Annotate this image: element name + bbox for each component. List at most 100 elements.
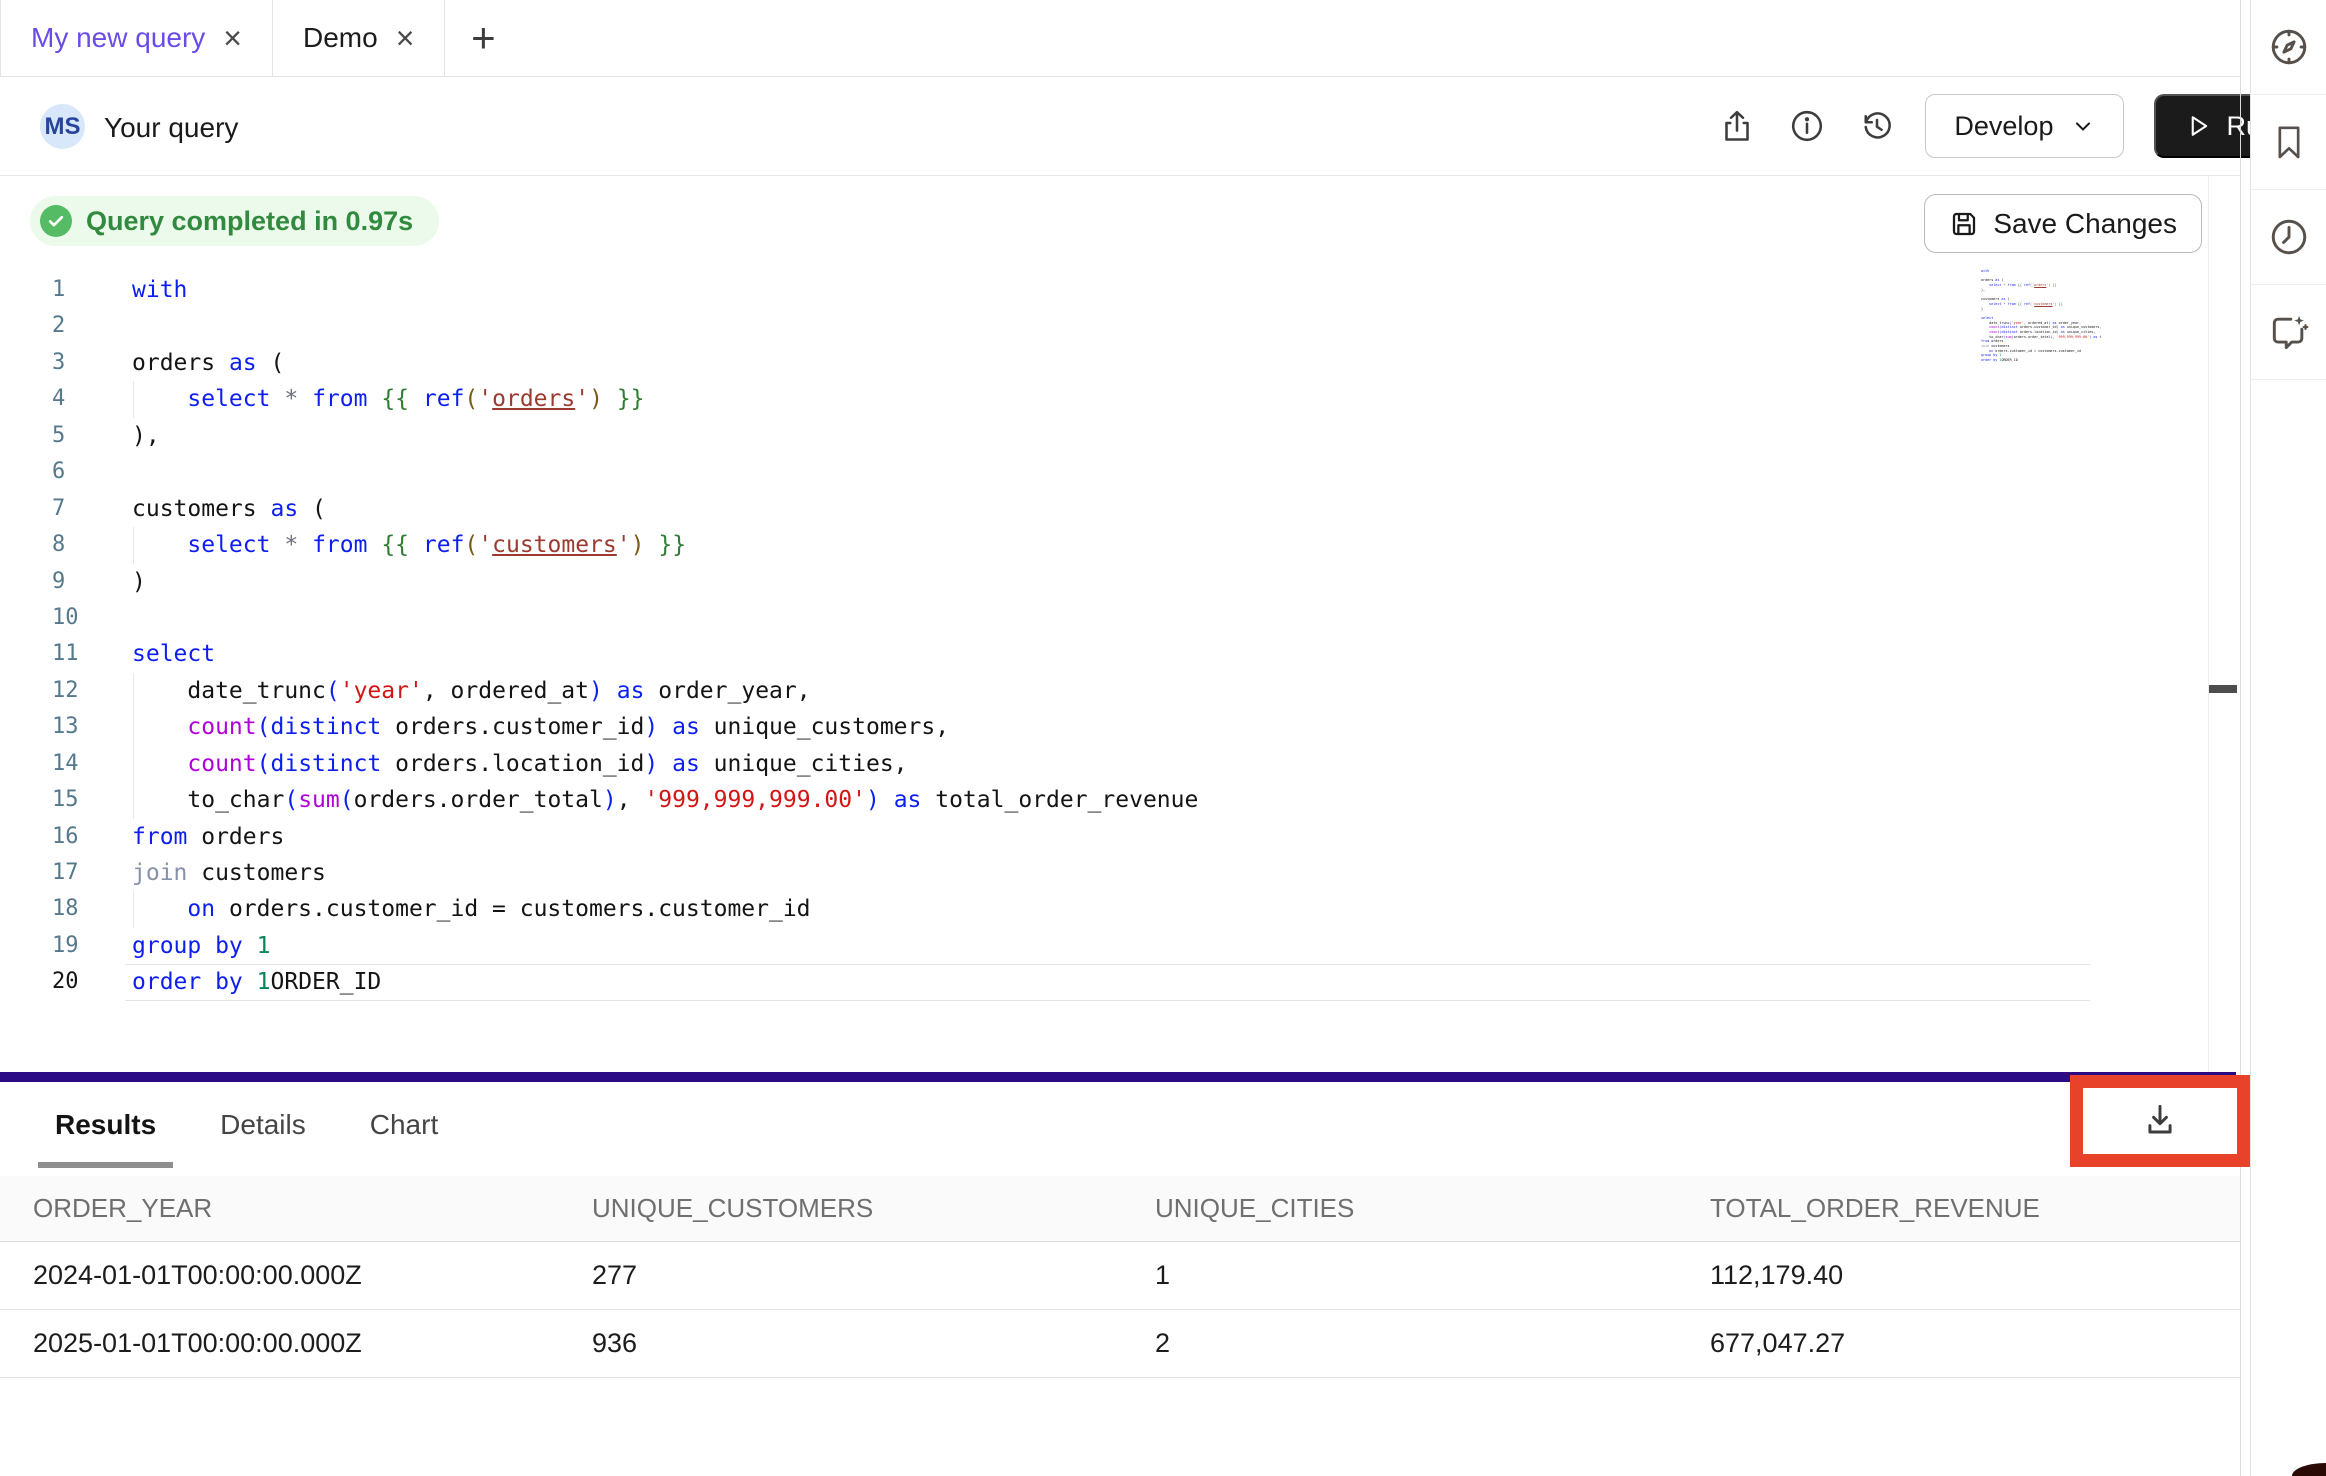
compass-icon: [2267, 25, 2311, 69]
table-cell: 2025-01-01T00:00:00.000Z: [33, 1328, 592, 1359]
line-number: 8: [0, 527, 132, 563]
code-line[interactable]: 15 to_char(sum(orders.order_total), '999…: [0, 782, 2208, 818]
code-line[interactable]: 12 date_trunc('year', ordered_at) as ord…: [0, 673, 2208, 709]
info-icon[interactable]: [1785, 104, 1829, 148]
develop-label: Develop: [1954, 111, 2053, 142]
code-line[interactable]: 14 count(distinct orders.location_id) as…: [0, 746, 2208, 782]
query-status-badge: Query completed in 0.97s: [30, 196, 439, 246]
line-number: 1: [0, 272, 132, 308]
line-number: 13: [0, 709, 132, 745]
save-icon: [1949, 209, 1979, 239]
code-line[interactable]: 5),: [0, 418, 2208, 454]
line-number: 5: [0, 418, 132, 454]
new-tab-button[interactable]: +: [445, 0, 521, 76]
sidebar-item-explore[interactable]: [2251, 0, 2326, 95]
line-number: 2: [0, 308, 132, 344]
panel-splitter[interactable]: [0, 1072, 2236, 1082]
indent-guide: [133, 746, 134, 782]
code-line[interactable]: 18 on orders.customer_id = customers.cus…: [0, 891, 2208, 927]
line-number: 12: [0, 673, 132, 709]
line-number: 19: [0, 928, 132, 964]
chat-sparkle-icon: [2267, 310, 2311, 354]
tab-demo[interactable]: Demo ×: [273, 0, 445, 76]
scrollbar-thumb[interactable]: [2209, 685, 2237, 693]
code-line[interactable]: 1with: [0, 272, 2208, 308]
table-header-row: ORDER_YEARUNIQUE_CUSTOMERSUNIQUE_CITIEST…: [0, 1176, 2240, 1242]
code-line[interactable]: 2: [0, 308, 2208, 344]
tab-details[interactable]: Details: [203, 1082, 323, 1168]
column-header: TOTAL_ORDER_REVENUE: [1710, 1193, 2240, 1224]
code-line[interactable]: 3orders as (: [0, 345, 2208, 381]
code-line[interactable]: 4 select * from {{ ref('orders') }}: [0, 381, 2208, 417]
line-number: 10: [0, 600, 132, 636]
code-line[interactable]: 11select: [0, 636, 2208, 672]
success-check-icon: [40, 205, 72, 237]
history-icon[interactable]: [1855, 104, 1899, 148]
line-number: 17: [0, 855, 132, 891]
line-number: 16: [0, 819, 132, 855]
status-text: Query completed in 0.97s: [86, 206, 413, 237]
panel-border: [2240, 0, 2241, 1476]
code-editor: Query completed in 0.97s Save Changes 1w…: [0, 176, 2240, 1072]
column-header: UNIQUE_CITIES: [1155, 1193, 1710, 1224]
table-cell: 2: [1155, 1328, 1710, 1359]
line-number: 4: [0, 381, 132, 417]
annotation-highlight: [2070, 1075, 2250, 1167]
download-results-button[interactable]: [2138, 1099, 2182, 1143]
line-number: 15: [0, 782, 132, 818]
tab-label: My new query: [31, 22, 205, 54]
play-icon: [2184, 112, 2212, 140]
table-cell: 936: [592, 1328, 1155, 1359]
indent-guide: [133, 381, 134, 417]
table-cell: 2024-01-01T00:00:00.000Z: [33, 1260, 592, 1291]
code-lines[interactable]: 1with23orders as (4 select * from {{ ref…: [0, 272, 2208, 1001]
tab-bar: My new query × Demo × +: [0, 0, 2240, 77]
column-header: ORDER_YEAR: [33, 1193, 592, 1224]
develop-dropdown[interactable]: Develop: [1925, 94, 2124, 158]
indent-guide: [133, 527, 134, 563]
close-tab-icon[interactable]: ×: [223, 22, 242, 54]
code-line[interactable]: 13 count(distinct orders.customer_id) as…: [0, 709, 2208, 745]
table-row[interactable]: 2025-01-01T00:00:00.000Z9362677,047.27: [0, 1310, 2240, 1378]
code-line[interactable]: 9): [0, 564, 2208, 600]
results-tab-bar: Results Details Chart: [0, 1082, 2240, 1168]
sidebar-item-history[interactable]: [2251, 190, 2326, 285]
minimap-line: order by 1ORDER_ID: [1981, 358, 2101, 363]
download-icon: [2138, 1099, 2182, 1143]
table-row[interactable]: 2024-01-01T00:00:00.000Z2771112,179.40: [0, 1242, 2240, 1310]
line-number: 11: [0, 636, 132, 672]
code-line[interactable]: 6: [0, 454, 2208, 490]
save-changes-button[interactable]: Save Changes: [1924, 194, 2202, 253]
line-number: 7: [0, 491, 132, 527]
line-number: 6: [0, 454, 132, 490]
sql-ide-window: My new query × Demo × + MS Your query De…: [0, 0, 2326, 1476]
indent-guide: [133, 782, 134, 818]
code-line[interactable]: 19group by 1: [0, 928, 2208, 964]
close-tab-icon[interactable]: ×: [396, 22, 415, 54]
minimap[interactable]: withorders as ( select * from {{ ref('or…: [1981, 269, 2101, 369]
right-sidebar: [2250, 0, 2326, 1476]
indent-guide: [133, 709, 134, 745]
code-line[interactable]: 16from orders: [0, 819, 2208, 855]
share-icon[interactable]: [1715, 104, 1759, 148]
line-number: 9: [0, 564, 132, 600]
table-cell: 112,179.40: [1710, 1260, 2240, 1291]
column-header: UNIQUE_CUSTOMERS: [592, 1193, 1155, 1224]
line-number: 20: [0, 964, 132, 1000]
code-line[interactable]: 20order by 1ORDER_ID: [0, 964, 2208, 1000]
tab-results[interactable]: Results: [38, 1082, 173, 1168]
sidebar-item-assistant[interactable]: [2251, 285, 2326, 380]
sidebar-item-bookmarks[interactable]: [2251, 95, 2326, 190]
save-label: Save Changes: [1993, 208, 2177, 240]
page-title: Your query: [104, 112, 238, 144]
tab-chart[interactable]: Chart: [353, 1082, 455, 1168]
tab-my-new-query[interactable]: My new query ×: [0, 0, 273, 76]
code-line[interactable]: 7customers as (: [0, 491, 2208, 527]
clock-icon: [2267, 215, 2311, 259]
code-line[interactable]: 10: [0, 600, 2208, 636]
line-number: 18: [0, 891, 132, 927]
code-line[interactable]: 17join customers: [0, 855, 2208, 891]
code-line[interactable]: 8 select * from {{ ref('customers') }}: [0, 527, 2208, 563]
scrollbar-track: [2208, 176, 2209, 1072]
line-number: 3: [0, 345, 132, 381]
